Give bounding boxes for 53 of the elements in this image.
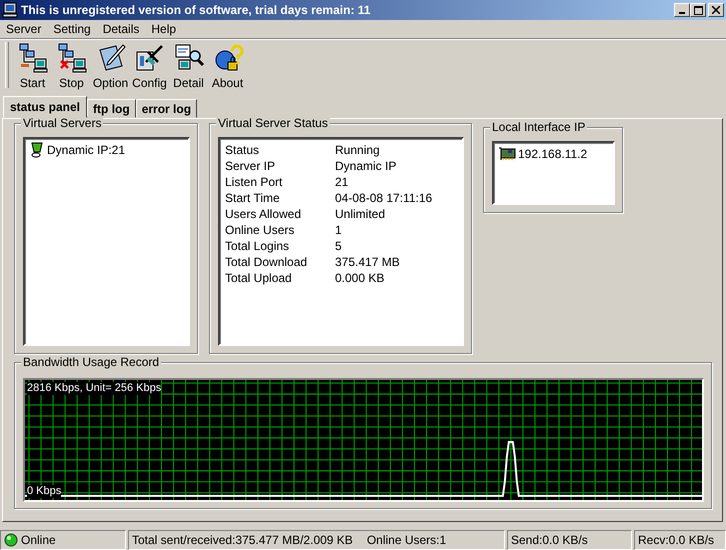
status-label: Users Allowed <box>225 207 302 221</box>
send-rate: Send:0.0 KB/s <box>511 533 588 547</box>
status-label: Start Time <box>225 191 281 205</box>
status-label: Status <box>225 143 260 157</box>
network-icon <box>16 42 48 74</box>
status-value: Unlimited <box>335 207 386 221</box>
menu-item[interactable]: Setting <box>47 22 97 36</box>
toolbar-button[interactable]: Start <box>13 42 52 90</box>
toolbar-button[interactable]: Option <box>91 42 130 90</box>
toolbar-button[interactable]: About <box>208 42 247 90</box>
menu-item[interactable]: Details <box>96 22 146 36</box>
status-label: Listen Port <box>225 175 284 189</box>
status-value: 1 <box>335 223 342 237</box>
status-value: 0.000 KB <box>335 271 384 285</box>
toolbar-button[interactable]: Config <box>130 42 169 90</box>
status-value: 5 <box>335 239 342 253</box>
receive-rate: Recv:0.0 KB/s <box>638 533 714 547</box>
toolbar-button[interactable]: Stop <box>52 42 91 90</box>
menu-item[interactable]: Help <box>145 22 182 36</box>
graph-max-label: 2816 Kbps, Unit= 256 Kbps <box>27 382 162 395</box>
status-value: 04-08-08 17:11:16 <box>335 191 432 205</box>
status-label: Total Logins <box>225 239 290 253</box>
maximize-icon <box>694 6 702 14</box>
app-icon <box>2 2 18 18</box>
graph-min-label: 0 Kbps <box>27 485 62 498</box>
online-users: Online Users:1 <box>366 533 446 547</box>
connection-status: Online <box>21 533 56 547</box>
status-label: Total Download <box>225 255 308 269</box>
status-label: Online Users <box>225 223 296 237</box>
network-icon <box>56 42 88 74</box>
status-value: Dynamic IP <box>335 159 396 173</box>
close-button[interactable] <box>708 3 724 17</box>
group-title: Local Interface IP <box>490 120 588 134</box>
tab[interactable]: ftp log <box>87 99 136 118</box>
maximize-button[interactable] <box>690 3 706 17</box>
minimize-button[interactable] <box>674 3 690 17</box>
status-value: 21 <box>335 175 348 189</box>
transfer-totals: Total sent/received:375.477 MB/2.009 KB <box>132 533 353 547</box>
close-icon <box>712 6 720 14</box>
window-title: This is unregistered version of software, trial days remain: 11 <box>21 3 372 17</box>
interface-item[interactable]: 192.168.11.2 <box>498 146 609 162</box>
toolbar-button[interactable]: Detail <box>169 42 208 90</box>
group-title: Virtual Server Status <box>216 116 330 130</box>
status-label: Total Upload <box>225 271 293 285</box>
group-title: Bandwidth Usage Record <box>21 355 162 369</box>
tab[interactable]: status panel <box>3 96 88 118</box>
network-card-icon <box>498 147 516 161</box>
status-label: Server IP <box>225 159 276 173</box>
status-value: 375.417 MB <box>335 255 400 269</box>
menu-item[interactable]: Server <box>0 22 48 36</box>
tab[interactable]: error log <box>136 99 198 118</box>
status-value: Running <box>335 143 380 157</box>
virtual-host-entry[interactable]: Dynamic IP:21 <box>29 142 184 158</box>
